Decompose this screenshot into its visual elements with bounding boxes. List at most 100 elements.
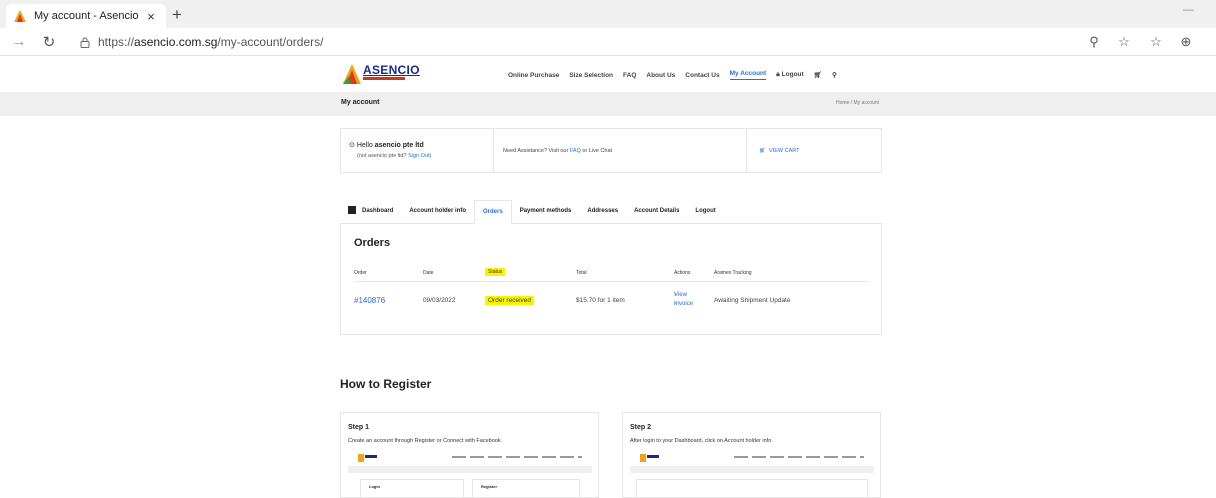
- url-prefix: https://: [98, 35, 135, 49]
- breadcrumb[interactable]: Home / My account: [836, 100, 879, 106]
- not-you-text: (not asencio pte ltd? Sign Out): [357, 153, 431, 159]
- browser-tab[interactable]: My account - Asencio ×: [6, 4, 166, 28]
- page-title-bar: My account Home / My account: [0, 92, 1216, 116]
- assistance-cell: Need Assistance? Visit our FAQ or Live C…: [494, 129, 747, 172]
- step-screenshot: Login Register: [348, 450, 592, 497]
- browser-tab-bar: My account - Asencio × + —: [0, 0, 1216, 28]
- close-tab-icon[interactable]: ×: [144, 9, 158, 24]
- orders-table-header: Order Date Status Total Actions Aramex T…: [354, 268, 869, 282]
- tab-dashboard-label: Dashboard: [362, 208, 394, 214]
- nav-size-selection[interactable]: Size Selection: [569, 72, 613, 79]
- col-order: Order: [354, 270, 367, 276]
- url-field[interactable]: https:// asencio.com.sg /my-account/orde…: [80, 32, 1070, 52]
- search-icon[interactable]: ⚲: [832, 71, 837, 79]
- url-host: asencio.com.sg: [134, 35, 218, 49]
- orders-heading: Orders: [354, 237, 391, 249]
- mini-nav: [734, 456, 864, 458]
- collections-icon[interactable]: ⊕: [1178, 34, 1194, 50]
- tab-addresses[interactable]: Addresses: [579, 200, 626, 224]
- col-aramex-tracking: Aramex Tracking: [714, 270, 752, 276]
- order-number-link[interactable]: #140876: [354, 296, 385, 305]
- account-tabs: Dashboard Account holder info Orders Pay…: [340, 200, 724, 224]
- greeting-cell: ⊙ Hello asencio pte ltd (not asencio pte…: [341, 129, 494, 172]
- minimize-window-icon[interactable]: —: [1183, 4, 1194, 16]
- sign-out-link[interactable]: Sign Out: [408, 153, 429, 159]
- favorites-icon[interactable]: ☆: [1148, 34, 1164, 50]
- col-date: Date: [423, 270, 434, 276]
- not-you-suffix: ): [429, 153, 432, 159]
- url-path: /my-account/orders/: [217, 35, 324, 49]
- tab-dashboard[interactable]: Dashboard: [340, 200, 401, 224]
- step-description: Create an account through Register or Co…: [348, 438, 503, 444]
- tab-logout[interactable]: Logout: [687, 200, 723, 224]
- user-name: asencio pte ltd: [374, 142, 424, 149]
- tab-account-holder-info[interactable]: Account holder info: [401, 200, 474, 224]
- tab-orders[interactable]: Orders: [474, 200, 512, 224]
- logo-mark-icon: [343, 64, 361, 84]
- zoom-icon[interactable]: ⚲: [1086, 34, 1102, 50]
- reload-icon[interactable]: ↻: [40, 33, 58, 51]
- dashboard-icon: [348, 206, 356, 215]
- assist-suffix: or Live Chat: [580, 148, 613, 154]
- faq-link[interactable]: FAQ: [570, 148, 581, 154]
- cart-icon[interactable]: 🛒︎: [814, 71, 822, 79]
- check-circle-icon: ⊙: [349, 142, 355, 149]
- step-screenshot: [630, 450, 874, 497]
- table-row: #140876 09/03/2022 Order received $15.70…: [354, 291, 869, 313]
- nav-contact-us[interactable]: Contact Us: [685, 72, 719, 79]
- col-total: Total: [576, 270, 587, 276]
- chevron-right-icon: ›: [674, 301, 676, 307]
- greeting-prefix: Hello: [356, 142, 375, 149]
- nav-faq[interactable]: FAQ: [623, 72, 636, 79]
- view-cart-link[interactable]: 🛒︎ VIEW CART: [759, 148, 800, 154]
- order-total: $15.70 for 1 item: [576, 297, 625, 304]
- how-to-register-heading: How to Register: [340, 377, 432, 391]
- register-step-1-card: Step 1 Create an account through Registe…: [340, 412, 599, 498]
- tab-account-details[interactable]: Account Details: [626, 200, 687, 224]
- logo-text: ASENCIO: [363, 63, 420, 77]
- account-info-box: ⊙ Hello asencio pte ltd (not asencio pte…: [340, 128, 882, 173]
- tab-payment-methods[interactable]: Payment methods: [512, 200, 580, 224]
- chevron-right-icon: ›: [674, 292, 676, 298]
- tab-title: My account - Asencio: [34, 10, 139, 22]
- tracking-status: Awaiting Shipment Update: [714, 297, 791, 304]
- favorite-add-icon[interactable]: ☆: [1116, 34, 1132, 50]
- step-description: After login to your Dashboard, click on …: [630, 438, 773, 444]
- mini-login-box: Login: [360, 479, 464, 497]
- nav-online-purchase[interactable]: Online Purchase: [508, 72, 559, 79]
- mini-title-bar: [348, 466, 592, 473]
- view-cart-label: VIEW CART: [769, 148, 800, 154]
- register-step-2-card: Step 2 After login to your Dashboard, cl…: [622, 412, 881, 498]
- mini-logo-icon: [358, 454, 378, 462]
- mini-nav: [452, 456, 582, 458]
- nav-my-account[interactable]: My Account: [729, 70, 767, 80]
- not-you-prefix: (not asencio pte ltd?: [357, 153, 409, 159]
- asencio-logo[interactable]: ASENCIO: [341, 62, 419, 88]
- new-tab-icon[interactable]: +: [168, 5, 186, 25]
- mini-info-box: [636, 479, 868, 497]
- address-bar: → ↻ https:// asencio.com.sg /my-account/…: [0, 28, 1216, 56]
- orders-panel: Orders Order Date Status Total Actions A…: [340, 223, 882, 335]
- mini-logo-icon: [640, 454, 660, 462]
- invoice-label: Invoice: [674, 301, 694, 307]
- assistance-text: Need Assistance? Visit our FAQ or Live C…: [503, 148, 612, 154]
- order-date: 09/03/2022: [423, 297, 456, 304]
- mini-register-box: Register: [472, 479, 580, 497]
- step-title: Step 2: [630, 424, 652, 431]
- col-status: Status: [485, 268, 506, 276]
- order-status: Order received: [485, 296, 534, 305]
- mini-title-bar: [630, 466, 874, 473]
- site-favicon-icon: [14, 10, 26, 22]
- step-title: Step 1: [348, 424, 370, 431]
- assist-prefix: Need Assistance? Visit our: [503, 148, 570, 154]
- cart-icon: 🛒︎: [759, 148, 766, 154]
- site-header: ASENCIO Online Purchase Size Selection F…: [0, 56, 1216, 92]
- col-actions: Actions: [674, 270, 691, 276]
- back-icon[interactable]: →: [10, 33, 28, 50]
- nav-about-us[interactable]: About Us: [646, 72, 675, 79]
- lock-icon: [80, 37, 90, 48]
- main-nav: Online Purchase Size Selection FAQ About…: [508, 70, 847, 80]
- greeting: ⊙ Hello asencio pte ltd: [349, 141, 424, 149]
- nav-logout[interactable]: 🔒︎ Logout: [776, 71, 804, 79]
- lock-icon: 🔒︎: [776, 71, 780, 78]
